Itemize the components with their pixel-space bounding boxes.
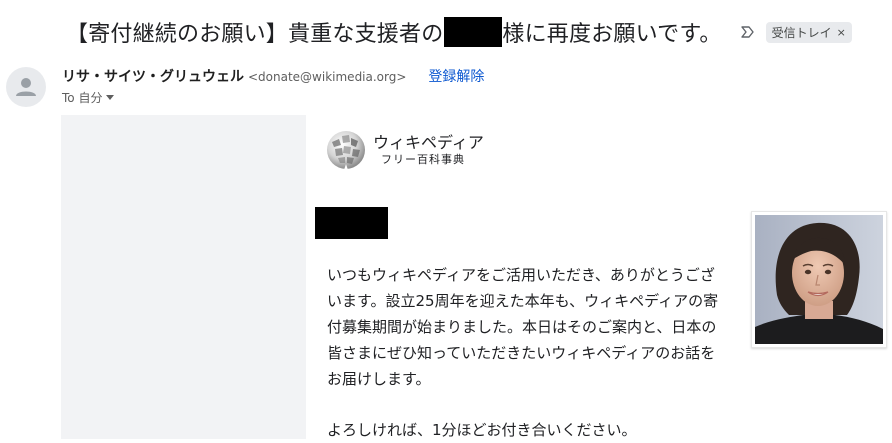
body-paragraph-1: いつもウィキペディアをご活用いただき、ありがとうございます。設立25周年を迎えた… bbox=[327, 266, 719, 388]
subject-text-part1: 【寄付継続のお願い】貴重な支援者の bbox=[66, 22, 444, 47]
body-paragraph-2: よろしければ、1分ほどお付き合いください。 bbox=[327, 421, 637, 439]
sender-photo-frame bbox=[751, 211, 887, 348]
email-left-panel bbox=[61, 115, 306, 439]
wikipedia-logo[interactable]: ウィキペディア フリー百科事典 bbox=[326, 130, 484, 170]
wikipedia-wordmark: ウィキペディア フリー百科事典 bbox=[373, 133, 484, 167]
redacted-salutation bbox=[315, 207, 388, 239]
caret-down-icon bbox=[106, 95, 115, 100]
wikipedia-globe-logo bbox=[327, 131, 365, 170]
sender-avatar[interactable] bbox=[6, 67, 46, 107]
sender-row: リサ・サイツ・グリュウェル <donate@wikimedia.org> 登録解… bbox=[62, 66, 484, 86]
importance-marker-icon[interactable] bbox=[740, 24, 756, 40]
recipient-label: To 自分 bbox=[62, 91, 103, 105]
subject-text-part2: 様に再度お願いです。 bbox=[502, 22, 722, 47]
email-body: いつもウィキペディアをご活用いただき、ありがとうございます。設立25周年を迎えた… bbox=[327, 262, 727, 443]
redacted-recipient-name bbox=[444, 17, 503, 47]
sender-email: <donate@wikimedia.org> bbox=[248, 70, 407, 84]
subject-row: 【寄付継続のお願い】貴重な支援者の 様に再度お願いです。 受信トレイ × bbox=[66, 14, 852, 50]
recipient-details-toggle[interactable]: To 自分 bbox=[62, 89, 115, 106]
inbox-label-chip[interactable]: 受信トレイ × bbox=[765, 21, 852, 43]
unsubscribe-link[interactable]: 登録解除 bbox=[428, 66, 484, 86]
sender-name[interactable]: リサ・サイツ・グリュウェル bbox=[62, 66, 244, 86]
wikipedia-name: ウィキペディア bbox=[373, 133, 484, 152]
email-subject: 【寄付継続のお願い】貴重な支援者の 様に再度お願いです。 bbox=[66, 16, 722, 48]
inbox-label-text: 受信トレイ bbox=[771, 25, 832, 40]
default-avatar-icon bbox=[16, 78, 36, 96]
wikipedia-tagline: フリー百科事典 bbox=[381, 153, 465, 166]
sender-photo bbox=[755, 215, 883, 344]
remove-label-icon[interactable]: × bbox=[837, 26, 846, 39]
